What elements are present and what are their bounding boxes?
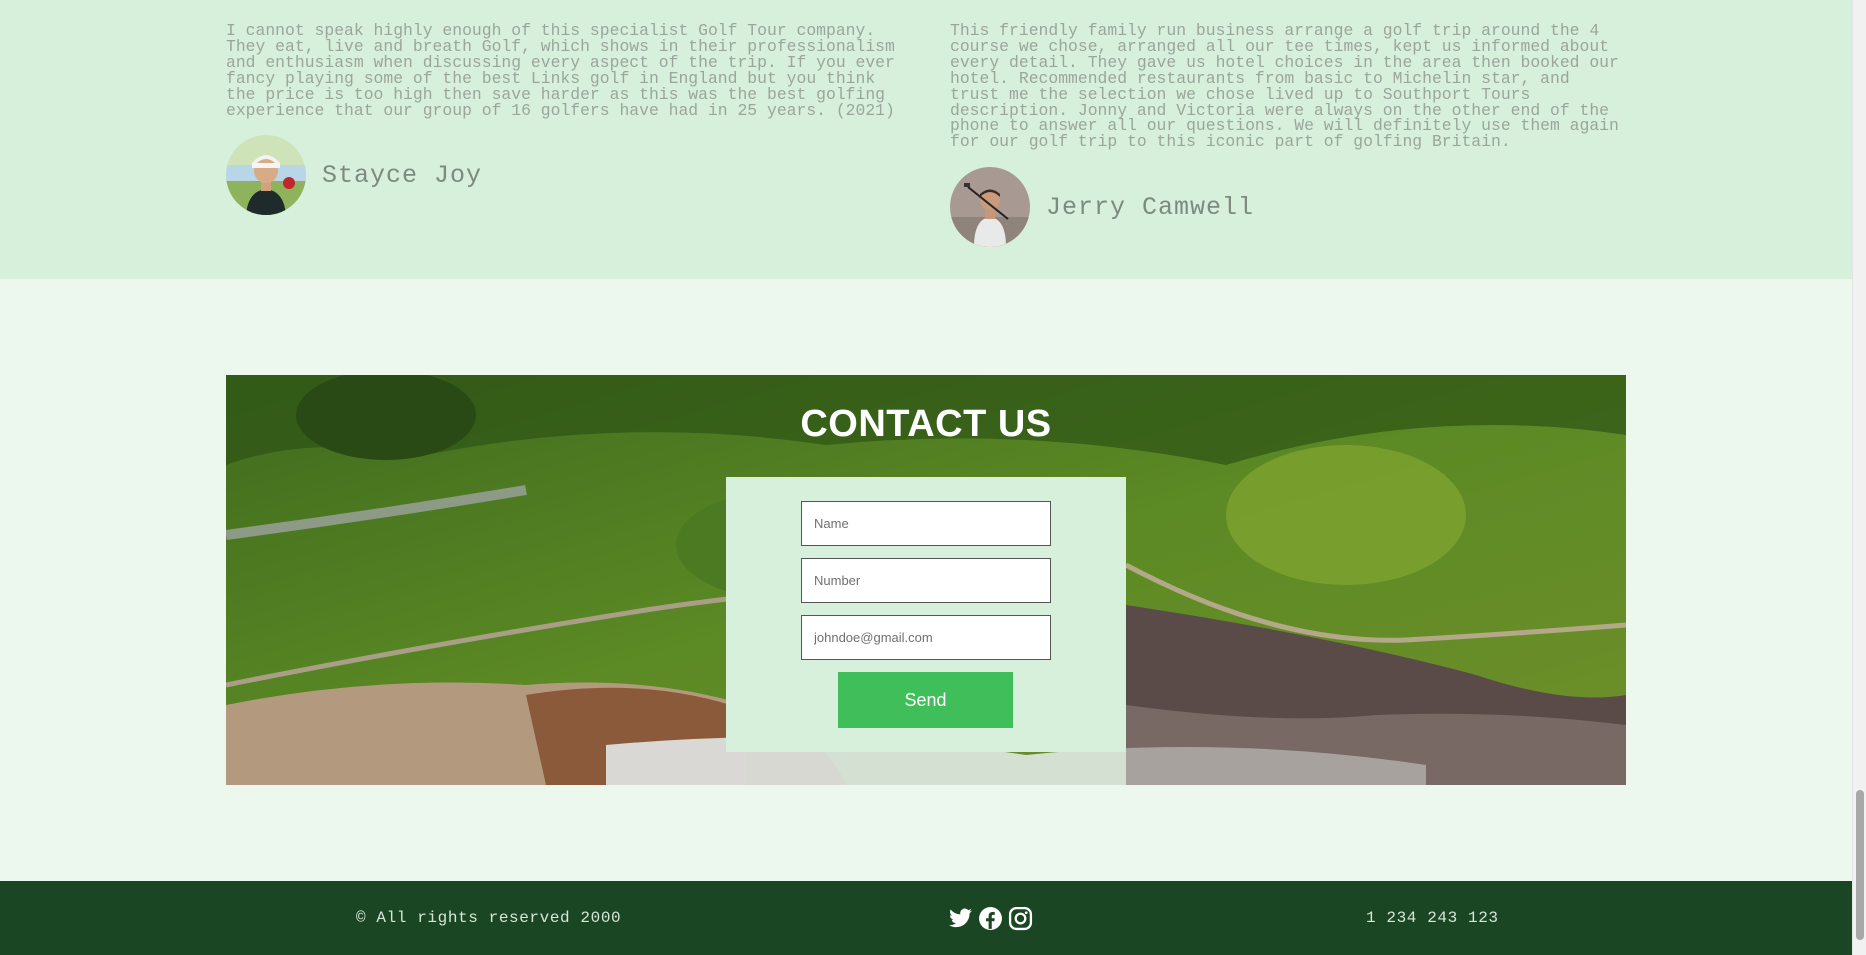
avatar [950,167,1030,248]
number-input[interactable] [801,558,1051,603]
social-links [948,906,1033,931]
contact-title: CONTACT US [800,403,1052,445]
testimonial-author: Stayce Joy [226,135,906,216]
testimonial-card: I cannot speak highly enough of this spe… [226,21,906,216]
instagram-icon[interactable] [1008,906,1033,931]
testimonial-author: Jerry Camwell [950,167,1630,248]
footer: © All rights reserved 2000 1 234 243 123 [0,881,1852,955]
phone-number: 1 234 243 123 [1366,909,1499,927]
author-name: Jerry Camwell [1046,192,1255,222]
copyright-text: © All rights reserved 2000 [356,909,622,927]
testimonials-section: I cannot speak highly enough of this spe… [0,0,1852,279]
testimonial-quote: I cannot speak highly enough of this spe… [226,21,895,120]
send-button[interactable]: Send [838,672,1013,728]
testimonial-quote: This friendly family run business arrang… [950,21,1619,152]
twitter-icon[interactable] [948,906,973,931]
page-scrollbar[interactable] [1852,0,1866,955]
facebook-icon[interactable] [978,906,1003,931]
contact-form: Send [726,477,1126,752]
avatar [226,135,306,216]
email-input[interactable] [801,615,1051,660]
name-input[interactable] [801,501,1051,546]
testimonial-card: This friendly family run business arrang… [950,21,1630,248]
contact-section: CONTACT US Send [226,375,1626,785]
author-name: Stayce Joy [322,160,483,190]
scrollbar-thumb[interactable] [1856,790,1864,940]
